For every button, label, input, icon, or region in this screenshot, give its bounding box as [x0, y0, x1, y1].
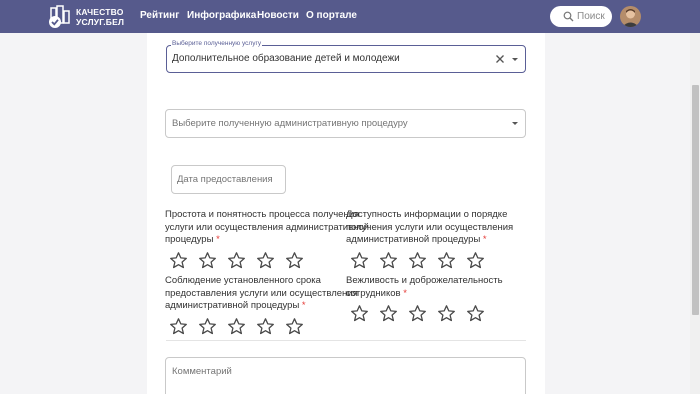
- star-outline-icon[interactable]: [285, 251, 304, 270]
- rating-question-simplicity: Простота и понятность процесса получения…: [165, 209, 369, 247]
- question-line: предоставления услуги или осуществления: [165, 287, 358, 299]
- question-line: сотрудников: [346, 287, 401, 299]
- search-icon: [563, 11, 574, 22]
- dropdown-arrow-icon[interactable]: [512, 122, 518, 125]
- star-outline-icon[interactable]: [198, 317, 217, 336]
- required-mark: *: [482, 234, 487, 245]
- search-button[interactable]: Поиск: [550, 6, 612, 27]
- star-outline-icon[interactable]: [408, 304, 427, 323]
- site-logo[interactable]: КАЧЕСТВО УСЛУГ.БЕЛ: [47, 5, 124, 29]
- star-outline-icon[interactable]: [466, 251, 485, 270]
- question-line: получения услуги или осуществления: [346, 221, 514, 233]
- service-select-value: Дополнительное образование детей и молод…: [172, 53, 400, 64]
- avatar-image: [620, 6, 641, 27]
- star-outline-icon[interactable]: [256, 251, 275, 270]
- star-outline-icon[interactable]: [408, 251, 427, 270]
- question-line: административной процедуры: [346, 234, 481, 245]
- question-line: услуги или осуществления административно…: [165, 221, 369, 233]
- user-avatar[interactable]: [620, 6, 641, 27]
- logo-icon: [49, 5, 70, 28]
- nav-item-news[interactable]: Новости: [257, 10, 299, 21]
- question-line: Вежливость и доброжелательность: [346, 275, 503, 286]
- logo-text: КАЧЕСТВО УСЛУГ.БЕЛ: [76, 7, 124, 27]
- date-input-placeholder: Дата предоставления: [177, 174, 273, 185]
- rating-question-timeliness: Соблюдение установленного срока предоста…: [165, 275, 358, 313]
- required-mark: *: [403, 287, 407, 299]
- search-label: Поиск: [577, 11, 605, 22]
- required-mark: *: [301, 300, 306, 311]
- question-line: процедуры: [165, 234, 214, 245]
- star-outline-icon[interactable]: [227, 251, 246, 270]
- star-outline-icon[interactable]: [466, 304, 485, 323]
- star-outline-icon[interactable]: [379, 304, 398, 323]
- star-outline-icon[interactable]: [379, 251, 398, 270]
- question-line: административной процедуры: [165, 300, 300, 311]
- star-outline-icon[interactable]: [437, 304, 456, 323]
- nav-item-about[interactable]: О портале: [306, 10, 357, 21]
- star-outline-icon[interactable]: [437, 251, 456, 270]
- star-outline-icon[interactable]: [350, 304, 369, 323]
- logo-line-2: УСЛУГ.БЕЛ: [76, 17, 125, 27]
- clear-icon[interactable]: [495, 54, 505, 64]
- service-select-label: Выберите полученную услугу: [171, 40, 263, 47]
- star-outline-icon[interactable]: [198, 251, 217, 270]
- comment-placeholder: Комментарий: [172, 366, 232, 377]
- required-mark: *: [216, 234, 220, 245]
- nav-item-infographics[interactable]: Инфографика: [187, 10, 256, 21]
- star-outline-icon[interactable]: [169, 251, 188, 270]
- dropdown-arrow-icon[interactable]: [512, 58, 518, 61]
- star-outline-icon[interactable]: [169, 317, 188, 336]
- section-divider: [166, 340, 526, 341]
- star-outline-icon[interactable]: [256, 317, 275, 336]
- rating-question-accessibility: Доступность информации о порядке получен…: [346, 209, 513, 247]
- top-navigation-bar: КАЧЕСТВО УСЛУГ.БЕЛ Рейтинг Инфографика Н…: [0, 0, 700, 33]
- rating-question-politeness: Вежливость и доброжелательность сотрудни…: [346, 275, 503, 300]
- logo-line-1: КАЧЕСТВО: [76, 7, 124, 17]
- star-outline-icon[interactable]: [227, 317, 246, 336]
- scrollbar-thumb[interactable]: [692, 85, 699, 315]
- star-outline-icon[interactable]: [350, 251, 369, 270]
- question-line: Доступность информации о порядке: [346, 209, 508, 220]
- question-line: Простота и понятность процесса получения: [165, 209, 360, 220]
- procedure-select-placeholder: Выберите полученную административную про…: [172, 118, 408, 129]
- star-outline-icon[interactable]: [285, 317, 304, 336]
- question-line: Соблюдение установленного срока: [165, 275, 321, 286]
- nav-item-rating[interactable]: Рейтинг: [140, 10, 179, 21]
